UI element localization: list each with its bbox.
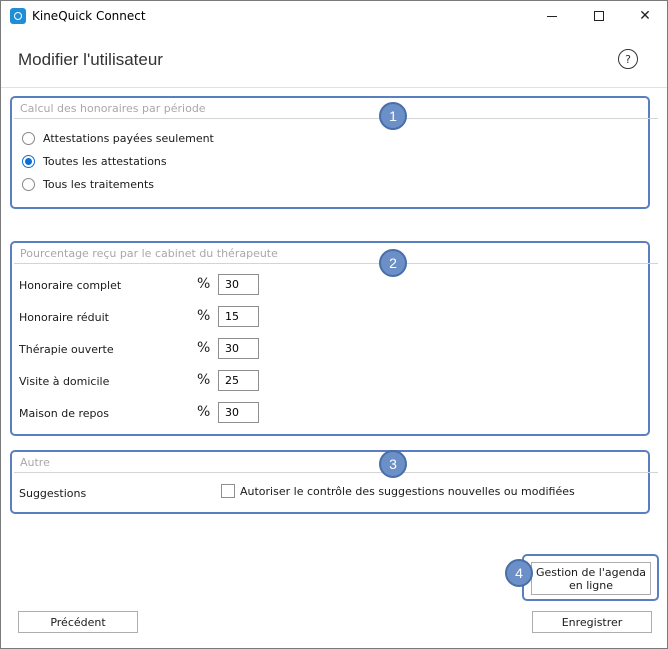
app-logo-icon [10,8,26,24]
field-label: Maison de repos [19,407,109,420]
window-title: KineQuick Connect [32,9,146,23]
suggestions-label: Suggestions [19,487,87,500]
radio-button[interactable] [22,132,35,145]
percent-symbol: % [197,372,211,388]
annotation-badge-2: 2 [379,249,407,277]
radio-button-selected[interactable] [22,155,35,168]
section-legend: Autre [20,456,50,469]
maximize-icon [594,11,604,21]
full-fee-input[interactable] [218,274,259,295]
field-label: Thérapie ouverte [19,343,114,356]
radio-option-all-treatments[interactable]: Tous les traitements [22,178,154,191]
field-label: Honoraire réduit [19,311,109,324]
field-row-home-visit: Visite à domicile % [19,370,319,392]
close-icon: ✕ [639,8,651,24]
percent-symbol: % [197,276,211,292]
button-label-line2: en ligne [568,578,614,592]
field-row-open-therapy: Thérapie ouverte % [19,338,319,360]
maximize-button[interactable] [576,1,622,31]
minimize-button[interactable] [529,1,575,31]
field-row-nursing-home: Maison de repos % [19,402,319,424]
section-divider [14,472,658,473]
fees-calculation-section: Calcul des honoraires par période Attest… [10,96,658,209]
help-icon[interactable]: ? [618,49,638,69]
annotation-badge-3: 3 [379,450,407,478]
percent-symbol: % [197,340,211,356]
header-divider [1,87,667,88]
app-window: KineQuick Connect ✕ Modifier l'utilisate… [0,0,668,649]
other-section: Autre Suggestions Autoriser le contrôle … [10,450,658,514]
radio-button[interactable] [22,178,35,191]
section-legend: Calcul des honoraires par période [20,102,206,115]
checkbox-label: Autoriser le contrôle des suggestions no… [240,484,575,498]
radio-label: Toutes les attestations [43,155,167,168]
minimize-icon [547,15,557,17]
field-row-reduced-fee: Honoraire réduit % [19,306,319,328]
page-title: Modifier l'utilisateur [18,50,163,69]
nursing-home-input[interactable] [218,402,259,423]
suggestions-checkbox-row[interactable]: Autoriser le contrôle des suggestions no… [221,484,575,498]
percent-symbol: % [197,308,211,324]
radio-option-paid-only[interactable]: Attestations payées seulement [22,132,214,145]
field-label: Honoraire complet [19,279,122,292]
annotation-badge-4: 4 [505,559,533,587]
radio-option-all-attestations[interactable]: Toutes les attestations [22,155,167,168]
close-button[interactable]: ✕ [622,1,668,31]
percentage-section: Pourcentage reçu par le cabinet du théra… [10,241,658,436]
section-divider [14,118,658,119]
percent-symbol: % [197,404,211,420]
suggestions-checkbox[interactable] [221,484,235,498]
online-agenda-button[interactable]: Gestion de l'agenda en ligne [531,562,651,595]
radio-label: Tous les traitements [43,178,155,191]
button-label-line1: Gestion de l'agenda [535,565,647,579]
annotation-badge-1: 1 [379,102,407,130]
field-row-full-fee: Honoraire complet % [19,274,319,296]
home-visit-input[interactable] [218,370,259,391]
section-legend: Pourcentage reçu par le cabinet du théra… [20,247,278,260]
section-divider [14,263,658,264]
open-therapy-input[interactable] [218,338,259,359]
save-button[interactable]: Enregistrer [532,611,652,633]
radio-label: Attestations payées seulement [43,132,214,145]
reduced-fee-input[interactable] [218,306,259,327]
previous-button[interactable]: Précédent [18,611,138,633]
field-label: Visite à domicile [19,375,110,388]
title-bar[interactable]: KineQuick Connect ✕ [1,1,667,31]
